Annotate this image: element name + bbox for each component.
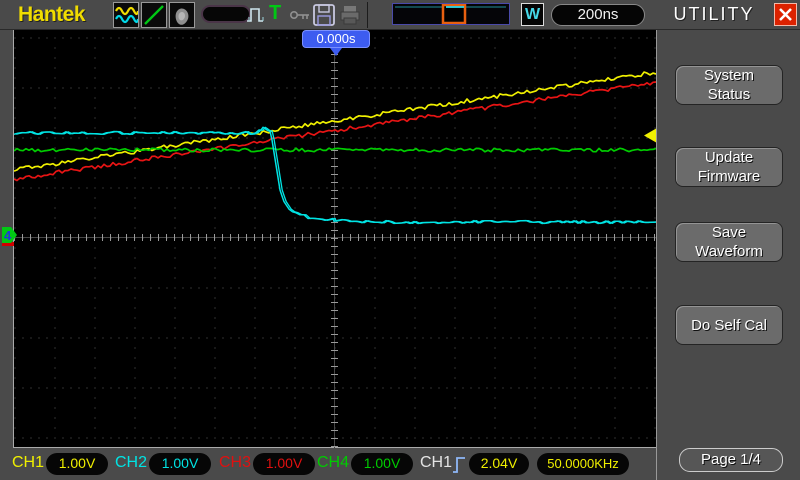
save-floppy-icon[interactable]	[312, 3, 336, 27]
save-waveform-button[interactable]: Save Waveform	[675, 222, 783, 262]
printer-icon[interactable]	[338, 3, 362, 27]
pulse-trigger-icon[interactable]	[246, 3, 266, 27]
ch3-label: CH3	[219, 454, 252, 471]
hand-icon	[175, 8, 189, 25]
update-firmware-button[interactable]: Update Firmware	[675, 147, 783, 187]
system-status-button[interactable]: System Status	[675, 65, 783, 105]
ch2-scale-readout: 1.00V	[149, 453, 211, 475]
do-self-cal-button[interactable]: Do Self Cal	[675, 305, 783, 345]
trigger-t-icon: T	[269, 2, 282, 24]
channel-status-bar: CH1 1.00V CH2 1.00V CH3 1.00V CH4 1.00V …	[0, 448, 656, 480]
window-mode-icon[interactable]: W	[521, 3, 544, 26]
rising-edge-icon	[453, 457, 465, 473]
trigger-source-label: CH1	[420, 454, 453, 471]
waveform-display-button[interactable]	[113, 2, 139, 28]
brand-logo: Hantek	[18, 3, 86, 26]
ch2-label: CH2	[115, 454, 148, 471]
ch4-label: CH4	[317, 454, 350, 471]
trigger-status-pill	[201, 5, 251, 23]
ch1-scale-readout: 1.00V	[46, 453, 108, 475]
trigger-frequency-readout: 50.0000KHz	[537, 453, 629, 475]
ch1-label: CH1	[12, 454, 45, 471]
waveform-display: 0.000s 4	[2, 30, 657, 448]
menu-title: UTILITY	[673, 4, 755, 24]
timebase-readout: 200ns	[551, 4, 645, 26]
waveform-traces	[14, 71, 657, 225]
channel4-ground-marker[interactable]: 4	[2, 227, 17, 253]
waveform-display-icon	[115, 6, 138, 24]
trigger-level-readout: 2.04V	[469, 453, 529, 475]
hand-tool-button[interactable]	[169, 2, 195, 28]
oscilloscope-screen: Hantek T W 200ns UTILITY 0.000s 4 System…	[0, 0, 800, 480]
line-cursor-icon	[144, 5, 164, 25]
channel-marker-label: 4	[4, 228, 12, 243]
close-icon	[779, 8, 792, 21]
close-menu-button[interactable]	[774, 3, 797, 26]
utility-menu: System Status Update Firmware Save Wavef…	[656, 30, 800, 480]
page-indicator-button[interactable]: Page 1/4	[679, 448, 783, 472]
ch3-scale-readout: 1.00V	[253, 453, 315, 475]
toolbar-divider	[367, 2, 368, 28]
top-toolbar: Hantek T W 200ns UTILITY	[0, 0, 800, 30]
line-cursor-button[interactable]	[141, 2, 167, 28]
key-icon[interactable]	[289, 4, 311, 26]
ch4-scale-readout: 1.00V	[351, 453, 413, 475]
trigger-position-pointer	[330, 48, 342, 56]
trigger-position-marker[interactable]: 0.000s	[302, 30, 370, 48]
pan-zoom-strip[interactable]	[392, 3, 510, 25]
